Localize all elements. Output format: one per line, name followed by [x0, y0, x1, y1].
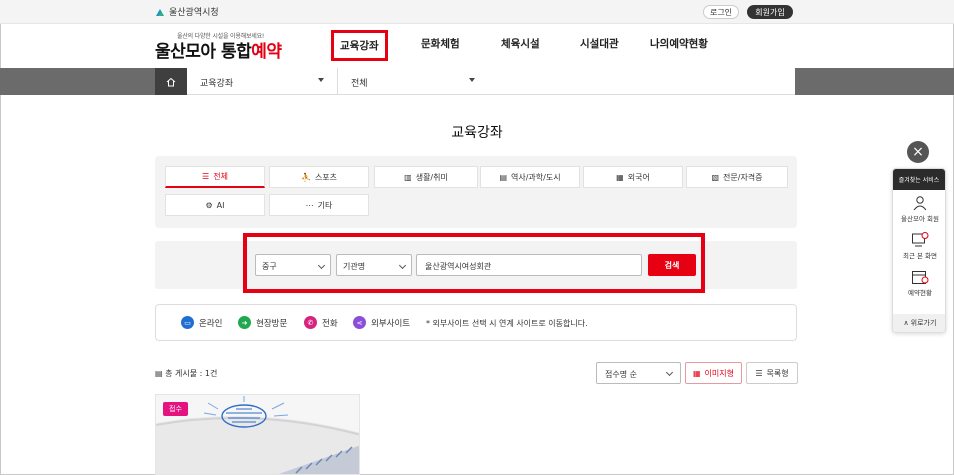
- list-icon: ☰: [202, 172, 210, 181]
- agency-value: 기관명: [343, 262, 366, 271]
- legend-label: 외부사이트: [371, 318, 411, 329]
- category-label: 전체: [213, 172, 228, 181]
- chevron-down-icon: [665, 368, 674, 377]
- document-icon: ▤: [155, 369, 163, 378]
- result-count-label: 총 게시물 : 1건: [165, 369, 218, 378]
- runner-icon: ⛹: [300, 172, 311, 182]
- legend-external: ⋖ 외부사이트: [353, 316, 410, 329]
- location-depth2[interactable]: 전체: [351, 76, 368, 89]
- quick-menu: 즐겨찾는 서비스 울산모아 회원 최근 본 화면 예약현황 ∧ 위로가기: [892, 168, 946, 333]
- list-icon: ☰: [755, 368, 763, 378]
- district-value: 중구: [262, 262, 277, 271]
- status-badge: 접수: [163, 402, 188, 416]
- nav-sports[interactable]: 체육시설: [501, 36, 540, 51]
- dots-icon: ⋯: [305, 200, 314, 210]
- district-select[interactable]: 중구: [255, 254, 331, 276]
- legend-online: ▭ 온라인: [181, 316, 222, 329]
- join-button[interactable]: 회원가입: [747, 5, 793, 19]
- chevron-down-icon[interactable]: [469, 78, 475, 82]
- nav-culture[interactable]: 문화체험: [421, 36, 460, 51]
- grid-icon: ▦: [692, 368, 701, 378]
- quick-label: 울산모아 회원: [901, 215, 939, 223]
- category-all[interactable]: ☰ 전체: [165, 166, 265, 188]
- close-icon[interactable]: ×: [907, 141, 929, 163]
- category-label: 역사/과학/도시: [511, 172, 561, 182]
- city-link[interactable]: 울산광역시청: [155, 5, 219, 18]
- city-label: 울산광역시청: [169, 8, 219, 18]
- quick-recent[interactable]: 최근 본 화면: [893, 232, 945, 260]
- location-divider: [337, 68, 338, 95]
- category-ai[interactable]: ⚙ AI: [165, 194, 265, 216]
- sort-select[interactable]: 접수명 순: [596, 362, 681, 384]
- home-button[interactable]: [155, 68, 187, 95]
- logo-accent: 예약: [251, 42, 282, 62]
- quick-label: 예약현황: [908, 289, 932, 297]
- location-inner: [155, 68, 795, 95]
- building-icon: ▦: [616, 172, 624, 182]
- agency-select[interactable]: 기관명: [336, 254, 412, 276]
- quick-menu-title: 즐겨찾는 서비스: [893, 169, 945, 190]
- site-logo[interactable]: 울산모아 통합예약: [155, 37, 282, 62]
- category-history[interactable]: ▤ 역사/과학/도시: [480, 166, 580, 188]
- category-label: 생활/취미: [415, 172, 448, 182]
- legend-label: 온라인: [199, 318, 223, 329]
- legend-visit: ➜ 현장방문: [238, 316, 287, 329]
- category-label: 전문/자격증: [723, 172, 763, 182]
- category-sports[interactable]: ⛹ 스포츠: [269, 166, 369, 188]
- share-icon: ⋖: [353, 316, 366, 329]
- chevron-up-icon: ∧: [903, 319, 909, 327]
- category-label: 스포츠: [314, 172, 338, 182]
- logo-text: 울산모아 통합: [155, 42, 252, 62]
- certificate-icon: ▧: [711, 172, 720, 182]
- city-logo-icon: [156, 8, 164, 16]
- chevron-down-icon: [398, 261, 407, 270]
- page-title: 교육강좌: [451, 125, 503, 141]
- recent-screen-icon: [912, 232, 929, 247]
- login-button[interactable]: 로그인: [703, 5, 739, 19]
- view-image-button[interactable]: ▦ 이미지형: [685, 362, 742, 384]
- robot-icon: ⚙: [205, 200, 213, 210]
- quick-member[interactable]: 울산모아 회원: [893, 195, 945, 223]
- book-icon: ▤: [499, 172, 507, 182]
- quick-label: 최근 본 화면: [902, 252, 938, 260]
- category-label: 외국어: [627, 172, 650, 182]
- piano-icon: ▥: [404, 172, 412, 182]
- legend-label: 현장방문: [256, 318, 288, 329]
- nav-rental[interactable]: 시설대관: [580, 36, 619, 51]
- view-image-label: 이미지형: [704, 368, 734, 378]
- search-input[interactable]: 울산광역시여성회관: [416, 254, 642, 276]
- category-language[interactable]: ▦ 외국어: [583, 166, 683, 188]
- view-list-label: 목록형: [766, 368, 789, 378]
- nav-education[interactable]: 교육강좌: [331, 30, 388, 61]
- category-certificate[interactable]: ▧ 전문/자격증: [686, 166, 788, 188]
- location-depth1[interactable]: 교육강좌: [200, 76, 233, 89]
- scroll-top-button[interactable]: ∧ 위로가기: [893, 314, 945, 332]
- phone-icon: ✆: [304, 316, 317, 329]
- category-etc[interactable]: ⋯ 기타: [269, 194, 369, 216]
- chevron-down-icon: [317, 261, 326, 270]
- utility-bar: [0, 0, 954, 24]
- category-label: AI: [216, 200, 225, 210]
- view-list-button[interactable]: ☰ 목록형: [746, 362, 798, 384]
- nav-my-reservation[interactable]: 나의예약현황: [650, 36, 708, 51]
- legend-phone: ✆ 전화: [304, 316, 338, 329]
- result-count: ▤ 총 게시물 : 1건: [155, 368, 217, 379]
- chevron-down-icon[interactable]: [318, 78, 324, 82]
- category-label: 기타: [317, 200, 333, 210]
- monitor-icon: ▭: [181, 316, 194, 329]
- scroll-top-label: 위로가기: [910, 319, 937, 327]
- quick-reservation[interactable]: 예약현황: [893, 269, 945, 297]
- legend-label: 전화: [322, 318, 338, 329]
- calendar-icon: [912, 271, 929, 284]
- sort-value: 접수명 순: [605, 370, 637, 379]
- legend-note: * 외부사이트 선택 시 연계 사이트로 이동합니다.: [426, 319, 588, 328]
- category-hobby[interactable]: ▥ 생활/취미: [374, 166, 478, 188]
- user-icon: [913, 196, 927, 211]
- home-icon: [166, 77, 176, 86]
- search-button[interactable]: 검색: [648, 254, 696, 276]
- arrow-icon: ➜: [238, 316, 251, 329]
